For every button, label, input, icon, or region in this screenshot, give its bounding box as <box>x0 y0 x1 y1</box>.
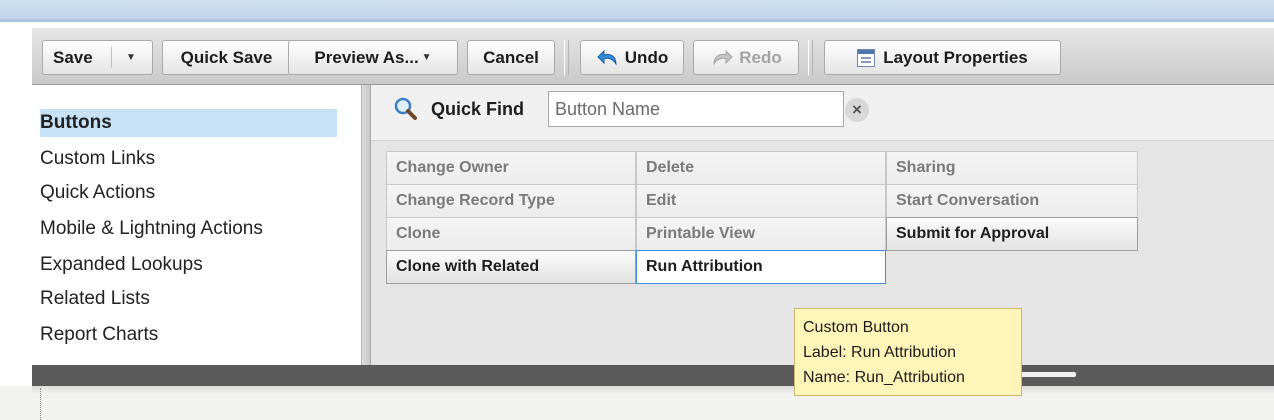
redo-icon <box>713 49 733 66</box>
save-menu-arrow-icon[interactable]: ▼ <box>126 52 136 63</box>
toolbar-separator <box>808 40 813 75</box>
page-layout-editor: Save ▼ Quick Save Preview As... ▼ Cancel… <box>32 28 1274 386</box>
custom-button-tooltip: Custom Button Label: Run Attribution Nam… <box>794 308 1022 396</box>
save-button[interactable]: Save <box>53 48 93 68</box>
below-shadow <box>32 386 1274 394</box>
palette-button-change-record-type[interactable]: Change Record Type <box>386 184 636 218</box>
palette-button-start-conversation[interactable]: Start Conversation <box>886 184 1138 218</box>
preview-as-label: Preview As... <box>314 47 419 67</box>
undo-label: Undo <box>624 47 669 67</box>
palette-button-edit[interactable]: Edit <box>636 184 886 218</box>
toolbar-separator <box>564 40 569 75</box>
palette-button-change-owner[interactable]: Change Owner <box>386 151 636 185</box>
quick-find-label: Quick Find <box>431 99 525 119</box>
palette-button-clone[interactable]: Clone <box>386 217 636 251</box>
layout-properties-label: Layout Properties <box>883 47 1028 67</box>
search-icon <box>394 97 417 120</box>
tooltip-name: Name: Run_Attribution <box>803 369 965 386</box>
sidebar-item-quick-actions[interactable]: Quick Actions <box>40 179 337 207</box>
layout-icon <box>857 48 876 67</box>
palette-button-clone-with-related[interactable]: Clone with Related <box>386 250 636 284</box>
chevron-down-icon: ▼ <box>421 52 432 63</box>
horizontal-scrollbar-thumb[interactable] <box>1020 372 1076 377</box>
sidebar-item-mobile-lightning-actions[interactable]: Mobile & Lightning Actions <box>40 215 337 243</box>
tooltip-label: Label: Run Attribution <box>803 344 956 361</box>
top-banner <box>0 0 1274 22</box>
clear-icon[interactable]: × <box>845 98 869 122</box>
preview-as-button[interactable]: Preview As... ▼ <box>288 40 458 75</box>
tooltip-type: Custom Button <box>803 319 909 336</box>
dotted-guide <box>40 388 41 420</box>
palette-button-printable-view[interactable]: Printable View <box>636 217 886 251</box>
undo-icon <box>597 49 617 66</box>
split-divider <box>111 47 112 68</box>
sidebar-item-related-lists[interactable]: Related Lists <box>40 285 337 313</box>
layout-properties-button[interactable]: Layout Properties <box>824 40 1061 75</box>
quick-find-input[interactable] <box>548 91 844 127</box>
palette-button-delete[interactable]: Delete <box>636 151 886 185</box>
palette-button-sharing[interactable]: Sharing <box>886 151 1138 185</box>
redo-button[interactable]: Redo <box>693 40 799 75</box>
palette-button-submit-for-approval[interactable]: Submit for Approval <box>886 217 1138 251</box>
palette-sidebar: Buttons Custom Links Quick Actions Mobil… <box>32 85 362 365</box>
quick-save-button[interactable]: Quick Save <box>162 40 291 75</box>
save-split-button: Save ▼ <box>42 40 153 75</box>
splitter[interactable] <box>362 85 371 365</box>
sidebar-item-custom-links[interactable]: Custom Links <box>40 145 337 173</box>
quick-find-bar: Quick Find × <box>371 85 1274 141</box>
undo-button[interactable]: Undo <box>580 40 684 75</box>
sidebar-item-expanded-lookups[interactable]: Expanded Lookups <box>40 251 337 279</box>
sidebar-item-report-charts[interactable]: Report Charts <box>40 321 337 349</box>
redo-label: Redo <box>739 47 782 67</box>
sidebar-item-buttons[interactable]: Buttons <box>40 109 337 137</box>
cancel-button[interactable]: Cancel <box>467 40 555 75</box>
toolbar: Save ▼ Quick Save Preview As... ▼ Cancel… <box>32 28 1274 85</box>
palette-button-run-attribution[interactable]: Run Attribution <box>636 250 886 284</box>
